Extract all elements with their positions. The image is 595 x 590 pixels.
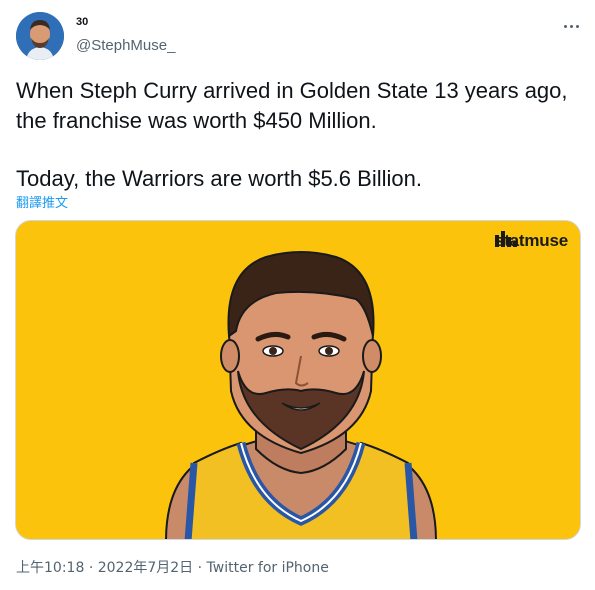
tweet-card: 30 @StephMuse_ When Steph Curry arrived … [0,0,595,590]
more-options-icon[interactable] [560,16,582,36]
display-name[interactable]: 30 [76,16,88,28]
user-handle[interactable]: @StephMuse_ [76,37,175,54]
meta-separator: · [88,560,94,576]
tweet-source[interactable]: Twitter for iPhone [207,560,329,576]
player-avatar-icon [16,12,64,60]
tweet-text: When Steph Curry arrived in Golden State… [16,76,581,194]
statmuse-bars-icon [494,231,517,247]
translate-tweet-link[interactable]: 翻譯推文 [16,192,68,211]
tweet-time[interactable]: 上午10:18 [16,560,84,576]
tweet-date[interactable]: 2022年7月2日 [98,560,193,576]
statmuse-logo: statmuse [494,231,568,251]
avatar[interactable] [16,12,64,60]
meta-separator: · [197,560,203,576]
media-image[interactable]: statmuse [15,220,581,540]
tweet-metadata: 上午10:18 · 2022年7月2日 · Twitter for iPhone [16,557,329,577]
tweet-paragraph-2: Today, the Warriors are worth $5.6 Billi… [16,166,422,191]
tweet-paragraph-1: When Steph Curry arrived in Golden State… [16,78,568,133]
player-illustration [16,221,580,539]
